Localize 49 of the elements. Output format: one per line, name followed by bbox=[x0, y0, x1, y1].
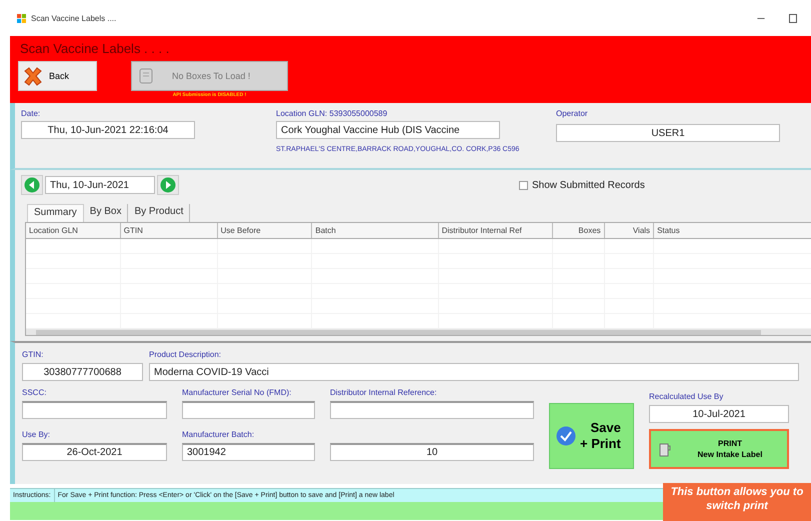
input-field[interactable] bbox=[22, 401, 167, 419]
column-header[interactable]: Batch bbox=[312, 223, 439, 238]
field-label: GTIN: bbox=[22, 349, 44, 360]
date-field[interactable]: Thu, 10-Jun-2021 bbox=[45, 176, 155, 194]
field-label: Date: bbox=[21, 108, 42, 119]
callout-note: This button allows you to switch print bbox=[663, 483, 811, 521]
next-day-button[interactable] bbox=[157, 175, 179, 195]
field-label: Manufacturer Batch: bbox=[182, 429, 256, 440]
cross-icon bbox=[23, 66, 43, 86]
input-field[interactable]: 3001942 bbox=[182, 443, 315, 461]
column-header[interactable]: Distributor Internal Ref bbox=[438, 223, 554, 238]
checkbox[interactable] bbox=[519, 180, 528, 190]
form-title: Scan Vaccine Labels . . . . bbox=[19, 41, 170, 58]
field-label: Product Description: bbox=[149, 349, 222, 360]
field-label: Location GLN: 5393055000589 bbox=[276, 108, 388, 119]
field-label: Manufacturer Serial No (FMD): bbox=[182, 387, 292, 398]
column-header[interactable]: Vials bbox=[604, 223, 654, 238]
input-field[interactable] bbox=[330, 401, 534, 419]
app-icon bbox=[17, 14, 26, 22]
column-header[interactable]: GTIN bbox=[120, 223, 218, 238]
column-header[interactable]: Status bbox=[654, 223, 811, 238]
recalculated-date-field[interactable]: 10-Jul-2021 bbox=[649, 405, 789, 423]
field-label: SSCC: bbox=[22, 387, 48, 398]
cup-icon bbox=[659, 441, 671, 457]
box-icon bbox=[138, 67, 154, 85]
field-label: Recalculated Use By bbox=[649, 391, 724, 402]
date-field[interactable]: Thu, 10-Jun-2021 22:16:04 bbox=[21, 121, 195, 139]
field-label: Distributor Internal Reference: bbox=[330, 387, 438, 398]
tab[interactable]: Summary bbox=[27, 204, 84, 222]
location-field[interactable]: Cork Youghal Vaccine Hub (DIS Vaccine bbox=[276, 121, 500, 139]
operator-field[interactable]: USER1 bbox=[556, 124, 780, 142]
column-header[interactable]: Boxes bbox=[553, 223, 605, 238]
input-field[interactable]: 26-Oct-2021 bbox=[22, 443, 167, 461]
field-label: Use By: bbox=[22, 429, 52, 440]
maximize-icon bbox=[789, 14, 797, 22]
column-header[interactable]: Use Before bbox=[218, 223, 312, 238]
previous-day-button[interactable] bbox=[21, 175, 43, 195]
window-title: Scan Vaccine Labels .... bbox=[31, 14, 116, 22]
gtin-field[interactable]: 30380777700688 bbox=[22, 363, 143, 381]
column-header[interactable]: Location GLN bbox=[26, 223, 121, 238]
field-label: Operator bbox=[556, 108, 589, 119]
print-label-button[interactable]: PRINT New Intake Label bbox=[649, 429, 789, 469]
description-field[interactable]: Moderna COVID-19 Vacci bbox=[149, 363, 799, 381]
input-field[interactable] bbox=[182, 401, 315, 419]
check-icon bbox=[556, 426, 576, 446]
checkbox-label: Show Submitted Records bbox=[532, 180, 645, 190]
save-print-button[interactable]: Save + Print bbox=[549, 403, 634, 469]
back-button[interactable]: Back bbox=[18, 61, 97, 91]
input-field[interactable]: 10 bbox=[330, 443, 534, 461]
